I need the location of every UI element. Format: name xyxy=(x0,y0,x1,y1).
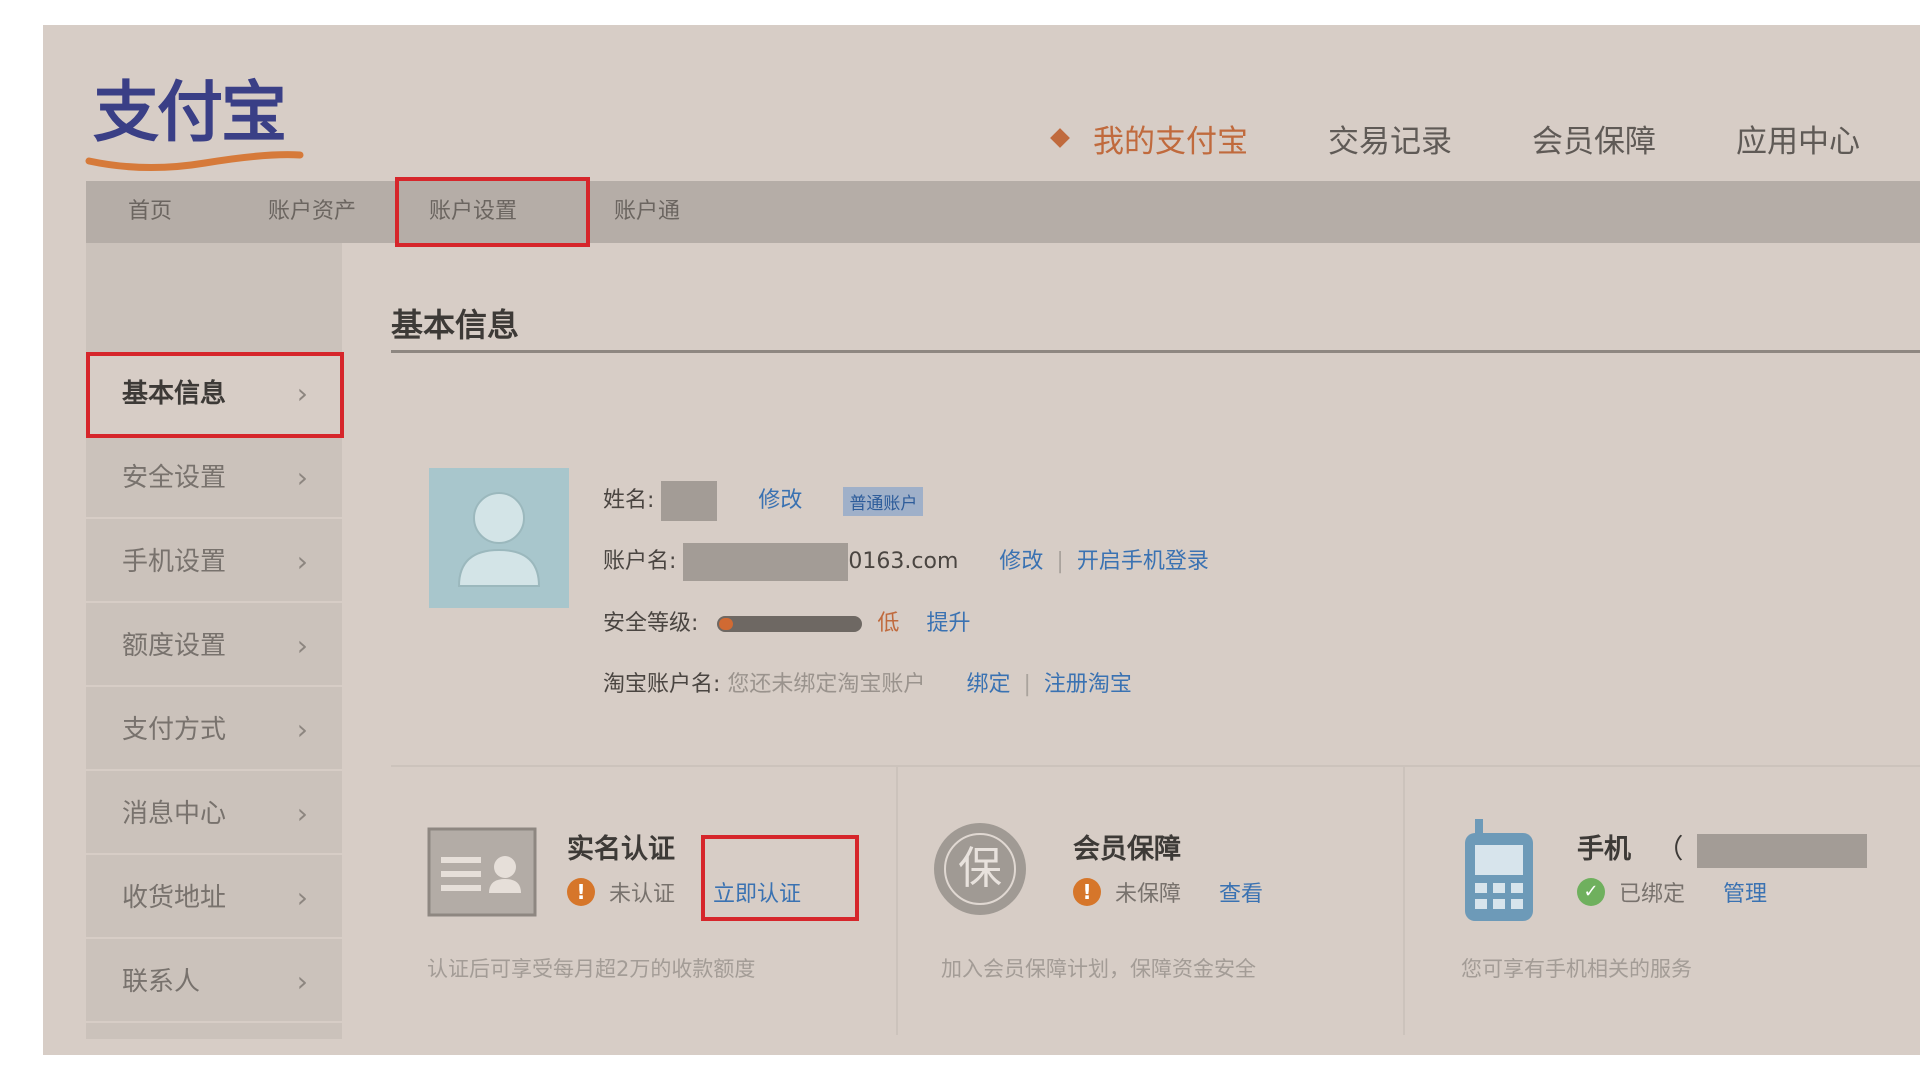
sidebar-item-label: 安全设置 xyxy=(122,463,227,493)
status-cards: 实名认证 ! 未认证 立即认证 认证后可享受每月超2万的收款额度 保 会员保障 … xyxy=(391,765,1920,1035)
sidebar-item-phone[interactable]: 手机设置 › xyxy=(86,521,342,603)
highlight-box-sidebar xyxy=(86,352,344,438)
chevron-right-icon: › xyxy=(296,713,308,746)
card-title-protection: 会员保障 xyxy=(1073,834,1181,865)
sidebar-item-label: 支付方式 xyxy=(122,715,227,745)
status-text: 未认证 xyxy=(609,882,676,907)
title-divider xyxy=(391,350,1920,353)
redacted-phone xyxy=(1696,833,1867,868)
chevron-right-icon: › xyxy=(296,545,308,578)
sidebar-item-label: 手机设置 xyxy=(122,547,227,577)
seal-char: 保 xyxy=(944,833,1016,905)
chevron-right-icon: › xyxy=(296,461,308,494)
view-protection-link[interactable]: 查看 xyxy=(1219,876,1263,908)
security-level-text: 低 xyxy=(877,611,900,636)
topnav-app-center[interactable]: 应用中心 xyxy=(1736,116,1860,161)
subnav-home[interactable]: 首页 xyxy=(128,181,172,243)
card-title-text: 手机 xyxy=(1577,834,1631,865)
avatar[interactable] xyxy=(429,468,569,608)
app-window: 支付宝 我的支付宝 交易记录 会员保障 应用中心 首页 账户资产 账户设置 账户… xyxy=(43,25,1920,1055)
account-suffix: 0163.com xyxy=(848,549,959,574)
sidebar-item-label: 收货地址 xyxy=(122,883,227,913)
user-silhouette-icon xyxy=(457,492,541,587)
account-label: 账户名: xyxy=(603,549,677,574)
card-title-verification: 实名认证 xyxy=(567,834,675,865)
page-title: 基本信息 xyxy=(391,306,520,344)
topnav-label: 我的支付宝 xyxy=(1093,123,1248,160)
logo-swoosh-icon xyxy=(85,151,304,172)
sidebar-item-messages[interactable]: 消息中心 › xyxy=(86,773,342,855)
card-desc-protection: 加入会员保障计划，保障资金安全 xyxy=(941,957,1256,981)
chevron-right-icon: › xyxy=(296,629,308,662)
warning-icon: ! xyxy=(1073,878,1101,906)
security-level-bar xyxy=(717,616,863,632)
manage-phone-link[interactable]: 管理 xyxy=(1723,876,1767,908)
sidebar-item-label: 额度设置 xyxy=(122,631,227,661)
topnav-my-alipay[interactable]: 我的支付宝 xyxy=(1050,116,1248,161)
warning-icon: ! xyxy=(567,878,595,906)
check-icon: ✓ xyxy=(1577,878,1605,906)
enable-phone-login-link[interactable]: 开启手机登录 xyxy=(1077,549,1209,574)
sub-navigation: 首页 账户资产 账户设置 账户通 xyxy=(86,181,1920,243)
chevron-right-icon: › xyxy=(296,965,308,998)
card-desc-phone: 您可享有手机相关的服务 xyxy=(1461,957,1692,981)
topnav-transactions[interactable]: 交易记录 xyxy=(1328,116,1452,161)
card-title-phone: 手机 （ xyxy=(1577,827,1867,868)
security-level-fill xyxy=(719,618,734,630)
sidebar-item-label: 消息中心 xyxy=(122,799,227,829)
register-taobao-link[interactable]: 注册淘宝 xyxy=(1044,672,1132,697)
sidebar-item-limits[interactable]: 额度设置 › xyxy=(86,605,342,687)
profile-account-row: 账户名: 0163.com 修改 | 开启手机登录 xyxy=(603,543,1209,581)
sidebar-item-contacts[interactable]: 联系人 › xyxy=(86,941,342,1023)
status-text: 已绑定 xyxy=(1619,882,1686,907)
card-separator xyxy=(1403,765,1405,1035)
card-desc-verification: 认证后可享受每月超2万的收款额度 xyxy=(427,957,756,981)
profile-name-row: 姓名: 修改 普通账户 xyxy=(603,481,924,521)
security-label: 安全等级: xyxy=(603,611,699,636)
highlight-box-subnav xyxy=(395,177,590,247)
profile-security-row: 安全等级: 低 提升 xyxy=(603,605,970,637)
card-status-phone: ✓ 已绑定 管理 xyxy=(1577,876,1767,908)
card-status-protection: ! 未保障 查看 xyxy=(1073,876,1263,908)
sidebar-item-label: 联系人 xyxy=(122,967,201,997)
subnav-assets[interactable]: 账户资产 xyxy=(268,181,356,243)
subnav-account-link[interactable]: 账户通 xyxy=(614,181,680,243)
top-navigation: 我的支付宝 交易记录 会员保障 应用中心 xyxy=(1050,113,1920,163)
protection-seal-icon: 保 xyxy=(934,823,1026,915)
active-diamond-icon xyxy=(1050,128,1070,148)
card-separator xyxy=(896,765,898,1035)
cards-divider xyxy=(391,765,1920,767)
highlight-box-verify xyxy=(701,835,859,921)
sidebar-item-payment-methods[interactable]: 支付方式 › xyxy=(86,689,342,771)
card-title-paren: （ xyxy=(1656,834,1684,865)
sidebar-item-addresses[interactable]: 收货地址 › xyxy=(86,857,342,939)
id-card-icon xyxy=(427,827,537,917)
edit-account-link[interactable]: 修改 xyxy=(999,549,1043,574)
topnav-member-protection[interactable]: 会员保障 xyxy=(1532,116,1656,161)
separator: | xyxy=(1056,549,1064,574)
chevron-right-icon: › xyxy=(296,881,308,914)
redacted-account xyxy=(683,543,849,581)
bind-taobao-link[interactable]: 绑定 xyxy=(966,672,1010,697)
separator: | xyxy=(1023,672,1031,697)
profile-taobao-row: 淘宝账户名: 您还未绑定淘宝账户 绑定 | 注册淘宝 xyxy=(603,666,1132,698)
status-text: 未保障 xyxy=(1115,882,1182,907)
name-label: 姓名: xyxy=(603,488,655,513)
upgrade-security-link[interactable]: 提升 xyxy=(926,611,970,636)
taobao-label: 淘宝账户名: xyxy=(603,672,721,697)
redacted-name xyxy=(661,481,718,521)
taobao-hint: 您还未绑定淘宝账户 xyxy=(727,672,926,697)
chevron-right-icon: › xyxy=(296,797,308,830)
sidebar-item-security[interactable]: 安全设置 › xyxy=(86,437,342,519)
account-type-badge: 普通账户 xyxy=(843,486,924,516)
alipay-logo[interactable]: 支付宝 xyxy=(85,73,305,173)
mobile-phone-icon xyxy=(1465,819,1533,921)
edit-name-link[interactable]: 修改 xyxy=(758,488,802,513)
